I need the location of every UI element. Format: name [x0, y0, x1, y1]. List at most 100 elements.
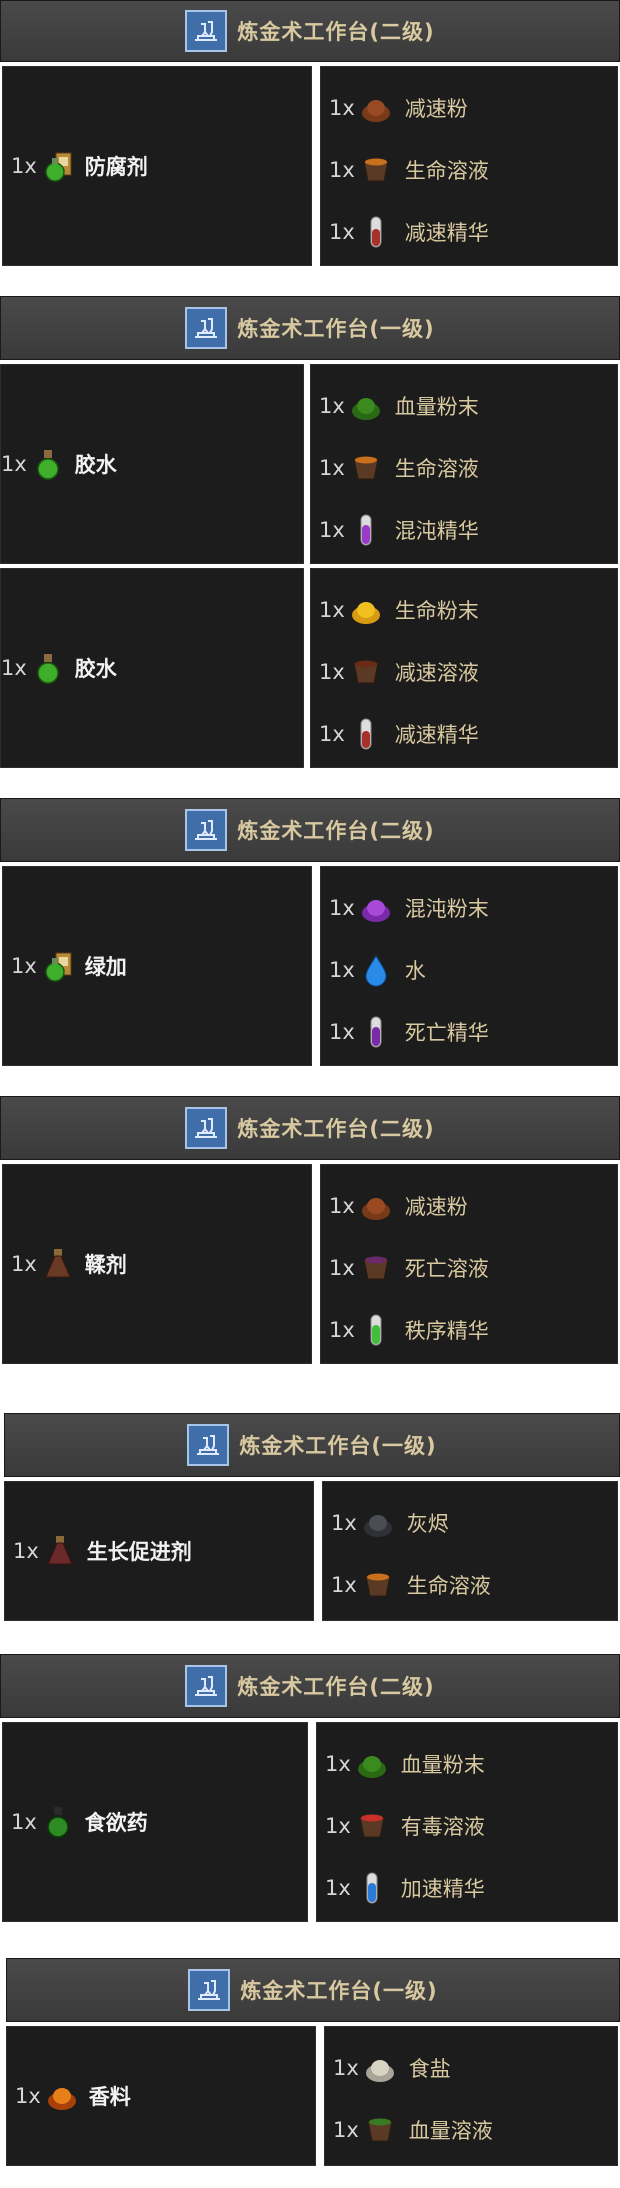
orange-solution-cup-icon	[359, 153, 393, 187]
output-item[interactable]: 1x 胶水	[1, 447, 117, 481]
ingredient-qty: 1x	[319, 394, 345, 418]
ingredient-qty: 1x	[319, 518, 345, 542]
green-potion-box-icon	[41, 149, 75, 183]
green-flask-icon	[31, 651, 65, 685]
output-qty: 1x	[13, 1539, 39, 1563]
ingredient-item[interactable]: 1x 生命溶液	[331, 1554, 491, 1616]
ingredient-item[interactable]: 1x 血量溶液	[333, 2099, 493, 2161]
recipe-row: 1x 食欲药 1x 血量粉末 1x 有毒溶液 1x 加速精华	[0, 1718, 620, 1924]
ingredient-item[interactable]: 1x 有毒溶液	[325, 1795, 485, 1857]
station-title: 炼金术工作台(一级)	[239, 1434, 437, 1458]
ingredient-name: 减速粉	[404, 1195, 468, 1219]
recipe-row: 1x 绿加 1x 混沌粉末 1x 水 1x 死亡精华	[0, 862, 620, 1068]
purple-essence-vial-icon	[349, 513, 383, 547]
output-panel: 1x 绿加	[2, 866, 312, 1066]
yellow-powder-icon	[349, 593, 383, 627]
recipe-row: 1x 生长促进剂 1x 灰烬 1x 生命溶液	[0, 1477, 620, 1623]
station-title: 炼金术工作台(二级)	[237, 1117, 435, 1141]
ingredient-name: 混沌粉末	[404, 897, 489, 921]
ingredient-name: 生命溶液	[406, 1574, 491, 1598]
ingredient-name: 减速粉	[404, 97, 468, 121]
output-item[interactable]: 1x 防腐剂	[11, 149, 148, 183]
alchemy-table-icon	[187, 1424, 230, 1466]
output-name: 胶水	[74, 657, 117, 681]
green-solution-cup-icon	[363, 2113, 397, 2147]
ingredient-name: 灰烬	[406, 1512, 449, 1536]
ingredient-item[interactable]: 1x 混沌精华	[319, 499, 479, 561]
ingredient-panel: 1x 食盐 1x 血量溶液	[324, 2026, 618, 2166]
ingredient-item[interactable]: 1x 秩序精华	[329, 1299, 489, 1361]
ingredient-item[interactable]: 1x 生命溶液	[319, 437, 479, 499]
station-header: 炼金术工作台(二级)	[0, 798, 620, 862]
green-powder-icon	[355, 1747, 389, 1781]
output-item[interactable]: 1x 生长促进剂	[13, 1534, 192, 1568]
ingredient-item[interactable]: 1x 加速精华	[325, 1857, 485, 1919]
ingredient-item[interactable]: 1x 死亡溶液	[329, 1237, 489, 1299]
station-header: 炼金术工作台(一级)	[4, 1413, 620, 1477]
output-item[interactable]: 1x 食欲药	[11, 1805, 148, 1839]
ingredient-name: 食盐	[408, 2057, 451, 2081]
purple-essence-vial-icon	[359, 1015, 393, 1049]
ingredient-name: 秩序精华	[404, 1319, 489, 1343]
ingredient-qty: 1x	[333, 2118, 359, 2142]
ingredient-item[interactable]: 1x 生命溶液	[329, 139, 489, 201]
ingredient-qty: 1x	[325, 1752, 351, 1776]
ingredient-qty: 1x	[329, 96, 355, 120]
station-title: 炼金术工作台(一级)	[240, 1979, 438, 2003]
ingredient-name: 死亡精华	[404, 1021, 489, 1045]
output-panel: 1x 生长促进剂	[4, 1481, 314, 1621]
ingredient-qty: 1x	[329, 1256, 355, 1280]
ingredient-item[interactable]: 1x 水	[329, 939, 489, 1001]
recipe-row: 1x 胶水 1x 血量粉末 1x 生命溶液 1x 混沌精华	[0, 360, 620, 566]
output-name: 绿加	[84, 955, 127, 979]
ingredient-item[interactable]: 1x 减速粉	[329, 1175, 489, 1237]
station-title: 炼金术工作台(二级)	[237, 20, 435, 44]
ingredient-name: 加速精华	[400, 1877, 485, 1901]
alchemy-table-icon	[185, 809, 228, 851]
station-title: 炼金术工作台(一级)	[237, 317, 435, 341]
green-potion-box-icon	[41, 949, 75, 983]
output-item[interactable]: 1x 绿加	[11, 949, 127, 983]
green-flask-icon	[31, 447, 65, 481]
ingredient-item[interactable]: 1x 减速精华	[319, 703, 479, 765]
station-header: 炼金术工作台(二级)	[0, 0, 620, 62]
output-name: 鞣剂	[84, 1253, 127, 1277]
ingredient-item[interactable]: 1x 减速溶液	[319, 641, 479, 703]
ingredient-panel: 1x 血量粉末 1x 有毒溶液 1x 加速精华	[316, 1722, 618, 1922]
ingredient-qty: 1x	[319, 456, 345, 480]
output-qty: 1x	[15, 2084, 41, 2108]
ingredient-item[interactable]: 1x 血量粉末	[325, 1733, 485, 1795]
recipe-card: 炼金术工作台(二级) 1x 防腐剂 1x 减速粉 1x 生命溶液 1x 减速精华	[0, 0, 620, 268]
ingredient-item[interactable]: 1x 生命粉末	[319, 579, 479, 641]
ingredient-item[interactable]: 1x 减速粉	[329, 77, 489, 139]
ingredient-item[interactable]: 1x 灰烬	[331, 1492, 491, 1554]
output-panel: 1x 鞣剂	[2, 1164, 312, 1364]
alchemy-table-icon	[185, 10, 228, 52]
ingredient-name: 有毒溶液	[400, 1815, 485, 1839]
alchemy-table-icon	[185, 307, 228, 349]
output-panel: 1x 胶水	[0, 364, 304, 564]
output-item[interactable]: 1x 胶水	[1, 651, 117, 685]
ingredient-qty: 1x	[333, 2056, 359, 2080]
green-powder-icon	[349, 389, 383, 423]
recipe-card: 炼金术工作台(二级) 1x 食欲药 1x 血量粉末 1x 有毒溶液 1x 加速精…	[0, 1654, 620, 1924]
station-header: 炼金术工作台(二级)	[0, 1654, 620, 1718]
output-item[interactable]: 1x 香料	[15, 2079, 131, 2113]
ingredient-name: 血量粉末	[400, 1753, 485, 1777]
recipe-card: 炼金术工作台(一级) 1x 生长促进剂 1x 灰烬 1x 生命溶液	[0, 1413, 620, 1623]
ingredient-name: 血量溶液	[408, 2119, 493, 2143]
station-header: 炼金术工作台(二级)	[0, 1096, 620, 1160]
alchemy-table-icon	[185, 1665, 228, 1707]
ingredient-item[interactable]: 1x 混沌粉末	[329, 877, 489, 939]
ingredient-item[interactable]: 1x 食盐	[333, 2037, 493, 2099]
ingredient-item[interactable]: 1x 减速精华	[329, 201, 489, 263]
ingredient-qty: 1x	[329, 1318, 355, 1342]
ingredient-panel: 1x 生命粉末 1x 减速溶液 1x 减速精华	[310, 568, 618, 768]
output-name: 食欲药	[84, 1811, 148, 1835]
ingredient-item[interactable]: 1x 死亡精华	[329, 1001, 489, 1063]
ingredient-panel: 1x 减速粉 1x 生命溶液 1x 减速精华	[320, 66, 618, 266]
red-solution-cup-icon	[355, 1809, 389, 1843]
output-item[interactable]: 1x 鞣剂	[11, 1247, 127, 1281]
ingredient-item[interactable]: 1x 血量粉末	[319, 375, 479, 437]
orange-solution-cup-icon	[349, 451, 383, 485]
